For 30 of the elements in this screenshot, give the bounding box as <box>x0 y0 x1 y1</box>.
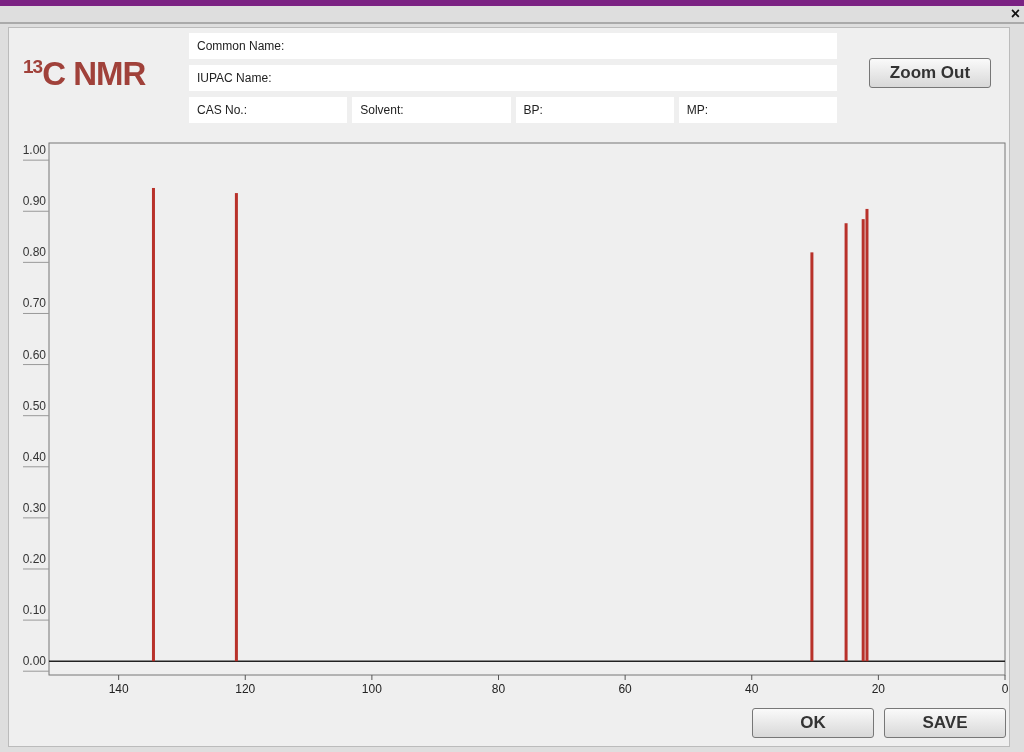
y-tick-label: 0.10 <box>22 603 46 618</box>
y-tick-label: 1.00 <box>22 143 46 158</box>
x-tick-label: 80 <box>491 682 506 695</box>
zoom-out-button[interactable]: Zoom Out <box>869 58 991 88</box>
x-tick-label: 20 <box>871 682 886 695</box>
info-field: BP: <box>515 97 674 123</box>
y-tick-label: 0.40 <box>22 449 46 464</box>
y-tick-label: 0.90 <box>22 194 46 209</box>
x-tick-label: 120 <box>235 682 256 695</box>
x-tick-label: 0 <box>1001 682 1009 695</box>
info-field: MP: <box>678 97 837 123</box>
y-tick-label: 0.50 <box>22 398 46 413</box>
x-tick-label: 60 <box>618 682 632 695</box>
y-tick-label: 0.20 <box>22 552 46 566</box>
y-tick-label: 0.80 <box>22 245 46 260</box>
y-tick-label: 0.60 <box>22 347 46 362</box>
x-tick-label: 100 <box>361 682 382 695</box>
y-tick-label: 0.00 <box>22 654 46 669</box>
info-field: Common Name: <box>189 33 837 59</box>
info-field: IUPAC Name: <box>189 65 837 91</box>
info-field: Solvent: <box>352 97 511 123</box>
save-button[interactable]: SAVE <box>884 708 1006 738</box>
app-title: $^{13}$C NMR <box>23 55 147 93</box>
close-button[interactable]: × <box>1010 7 1020 21</box>
ok-button[interactable]: OK <box>752 708 874 738</box>
y-tick-label: 0.70 <box>22 296 46 311</box>
y-tick-label: 0.30 <box>22 500 46 515</box>
x-tick-label: 40 <box>745 682 759 695</box>
info-field: CAS No.: <box>189 97 348 123</box>
x-tick-label: 140 <box>108 682 129 695</box>
